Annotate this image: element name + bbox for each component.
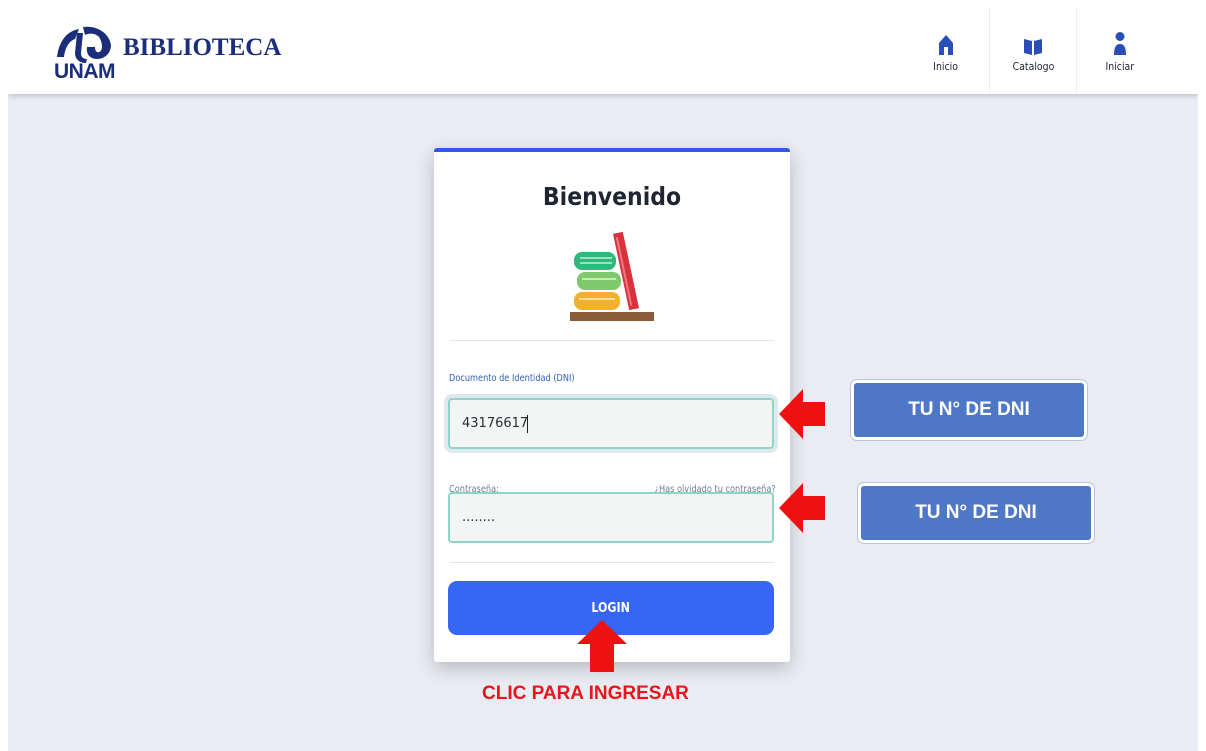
nav-item-catalogo[interactable]: Catalogo xyxy=(989,8,1076,94)
password-input[interactable] xyxy=(448,492,774,543)
login-button-label: LOGIN xyxy=(591,600,631,616)
login-card: Bienvenido Documento de Identidad (DNI) … xyxy=(434,148,790,662)
dni-field-wrapper xyxy=(448,398,774,449)
nav-item-inicio[interactable]: Inicio xyxy=(903,8,989,94)
divider xyxy=(450,562,774,563)
dni-input[interactable] xyxy=(448,398,774,449)
password-field-wrapper xyxy=(448,492,774,543)
top-navbar: UNAM BIBLIOTECA Inicio Catalogo Iniciar xyxy=(8,8,1198,94)
logo-emblem-icon xyxy=(57,26,111,63)
books-illustration xyxy=(566,228,658,331)
dni-callout: TU N° DE DNI xyxy=(851,380,1087,440)
login-caption: CLIC PARA INGRESAR xyxy=(482,683,689,704)
user-icon xyxy=(1113,30,1127,56)
nav-label: Iniciar xyxy=(1105,59,1135,73)
book-icon xyxy=(1023,30,1043,56)
logo-text: UNAM xyxy=(54,60,116,83)
up-arrow-icon xyxy=(577,620,627,672)
nav-label: Catalogo xyxy=(1012,59,1054,73)
password-callout: TU N° DE DNI xyxy=(858,483,1094,543)
nav-item-iniciar[interactable]: Iniciar xyxy=(1076,8,1163,94)
divider xyxy=(450,340,774,341)
left-arrow-icon xyxy=(779,483,825,533)
brand-name: BIBLIOTECA xyxy=(123,34,282,61)
page-background: UNAM BIBLIOTECA Inicio Catalogo Iniciar … xyxy=(8,8,1198,751)
brand[interactable]: UNAM BIBLIOTECA xyxy=(53,23,290,83)
card-title: Bienvenido xyxy=(542,182,682,211)
nav-label: Inicio xyxy=(933,59,959,73)
main-nav: Inicio Catalogo Iniciar xyxy=(903,8,1163,94)
dni-label: Documento de Identidad (DNI) xyxy=(449,373,575,384)
unam-logo: UNAM xyxy=(53,23,116,83)
left-arrow-icon xyxy=(779,389,825,439)
home-icon xyxy=(938,30,954,56)
text-caret xyxy=(527,415,528,433)
